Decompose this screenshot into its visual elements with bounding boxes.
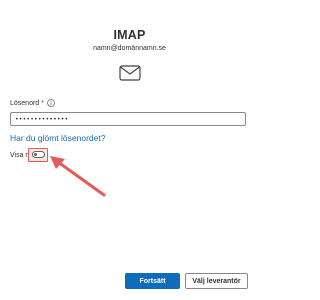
info-circle-icon[interactable] bbox=[47, 99, 55, 107]
account-email: namn@domännamn.se bbox=[93, 45, 166, 52]
annotation-arrow-icon bbox=[50, 156, 106, 197]
password-label: Lösenord * bbox=[10, 99, 55, 107]
continue-button[interactable]: Fortsätt bbox=[125, 273, 180, 289]
password-label-text: Lösenord bbox=[10, 99, 40, 107]
required-marker: * bbox=[41, 99, 44, 107]
mail-envelope-icon bbox=[119, 65, 141, 81]
page-title: IMAP bbox=[113, 28, 146, 42]
toggle-knob bbox=[34, 153, 37, 156]
forgot-password-link[interactable]: Har du glömt lösenordet? bbox=[10, 133, 105, 143]
imap-signin-dialog: IMAP namn@domännamn.se Lösenord * ••••••… bbox=[0, 0, 259, 300]
choose-provider-button[interactable]: Välj leverantör bbox=[185, 273, 248, 289]
show-more-toggle[interactable] bbox=[32, 151, 45, 158]
password-field[interactable]: •••••••••••••• bbox=[10, 112, 246, 126]
